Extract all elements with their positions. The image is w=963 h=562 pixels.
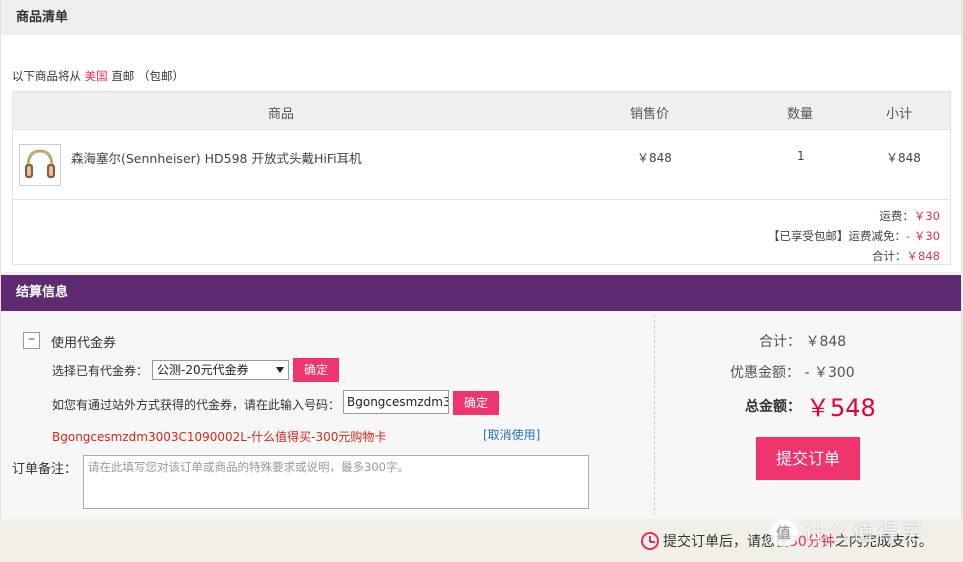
summary-discount-line: 优惠金额： - ￥300	[730, 362, 855, 382]
cancel-coupon-link[interactable]: [取消使用]	[483, 426, 540, 443]
grand-total-label: 总金额：	[745, 399, 801, 415]
summary-subtotal-value: ￥848	[805, 334, 847, 350]
shipping-fee-line: 运费：￥30	[768, 206, 940, 226]
watermark-text: 什么值得买	[804, 522, 925, 547]
select-coupon-label: 选择已有代金券：	[52, 364, 149, 378]
vertical-divider	[654, 315, 655, 515]
order-totals: 运费：￥30 【已享受包邮】运费减免：- ￥30 合计：￥848	[768, 206, 940, 266]
coupon-select[interactable]: 公测-20元代金券	[152, 360, 289, 380]
submit-order-button[interactable]: 提交订单	[756, 437, 860, 480]
items-total-value: ￥848	[906, 249, 940, 263]
order-note-textarea[interactable]: 请在此填写您对该订单或商品的特殊要求或说明，最多300字。	[83, 455, 589, 509]
column-header-qty: 数量	[787, 107, 814, 122]
product-price: ￥848	[637, 151, 672, 165]
coupon-collapse-toggle[interactable]: –	[23, 332, 40, 349]
summary-discount-value: - ￥300	[804, 365, 855, 381]
shipping-fee-label: 运费：	[879, 209, 914, 223]
chevron-down-icon	[276, 367, 284, 373]
ship-country: 美国	[84, 69, 108, 83]
table-row: 森海塞尔(Sennheiser) HD598 开放式头戴HiFi耳机 ￥848 …	[13, 130, 950, 200]
items-panel: 商品清单 以下商品将从 美国 直邮 （包邮） 商品 销售价 数量 小计 森海塞尔…	[0, 0, 962, 272]
order-note-label: 订单备注：	[12, 462, 78, 477]
ship-suffix: 直邮 （包邮）	[111, 69, 184, 83]
summary-subtotal-line: 合计： ￥848	[759, 331, 846, 351]
other-coupon-label: 如您有通过站外方式获得的代金券，请在此输入号码：	[52, 398, 341, 412]
summary-subtotal-label: 合计：	[759, 334, 801, 350]
clock-icon	[641, 532, 659, 550]
shipping-discount-value: - ￥30	[906, 229, 940, 243]
product-qty: 1	[797, 149, 805, 163]
coupon-code-input[interactable]: Bgongcesmzdm3003C1090002L	[343, 390, 449, 414]
summary-discount-label: 优惠金额：	[730, 365, 800, 381]
watermark-logo-icon	[770, 519, 798, 547]
grand-total-value: ￥548	[806, 394, 876, 422]
checkout-section-title: 结算信息	[1, 275, 961, 311]
ship-prefix: 以下商品将从	[12, 69, 81, 83]
column-header-product: 商品	[268, 107, 295, 122]
column-header-subtotal: 小计	[886, 107, 913, 122]
shipping-discount-line: 【已享受包邮】运费减免：- ￥30	[768, 226, 940, 246]
shipping-origin-note: 以下商品将从 美国 直邮 （包邮）	[12, 68, 184, 84]
site-watermark: 什么值得买	[770, 516, 924, 548]
column-header-price: 销售价	[630, 107, 670, 122]
order-items-table: 商品 销售价 数量 小计 森海塞尔(Sennheiser) HD598 开放式头…	[12, 91, 951, 265]
coupon-select-value: 公测-20元代金券	[157, 363, 249, 377]
items-section-title: 商品清单	[1, 0, 961, 35]
checkout-panel: 结算信息 – 使用代金券 选择已有代金券： 公测-20元代金券 确定 如您有通过…	[0, 275, 962, 519]
product-subtotal: ￥848	[886, 151, 921, 165]
use-coupon-label: 使用代金券	[51, 336, 117, 351]
product-name-link[interactable]: 森海塞尔(Sennheiser) HD598 开放式头戴HiFi耳机	[71, 148, 362, 167]
items-total-label: 合计：	[872, 249, 907, 263]
confirm-code-button[interactable]: 确定	[453, 391, 499, 415]
items-total-line: 合计：￥848	[768, 246, 940, 266]
headphones-icon	[25, 149, 55, 178]
table-header: 商品 销售价 数量 小计	[13, 92, 950, 130]
shipping-fee-value: ￥30	[913, 209, 940, 223]
confirm-coupon-button[interactable]: 确定	[293, 358, 339, 382]
shipping-discount-label: 【已享受包邮】运费减免：	[768, 229, 907, 243]
applied-coupon-text: Bgongcesmzdm3003C1090002L-什么值得买-300元购物卡	[52, 430, 387, 444]
product-thumbnail[interactable]	[19, 144, 61, 186]
